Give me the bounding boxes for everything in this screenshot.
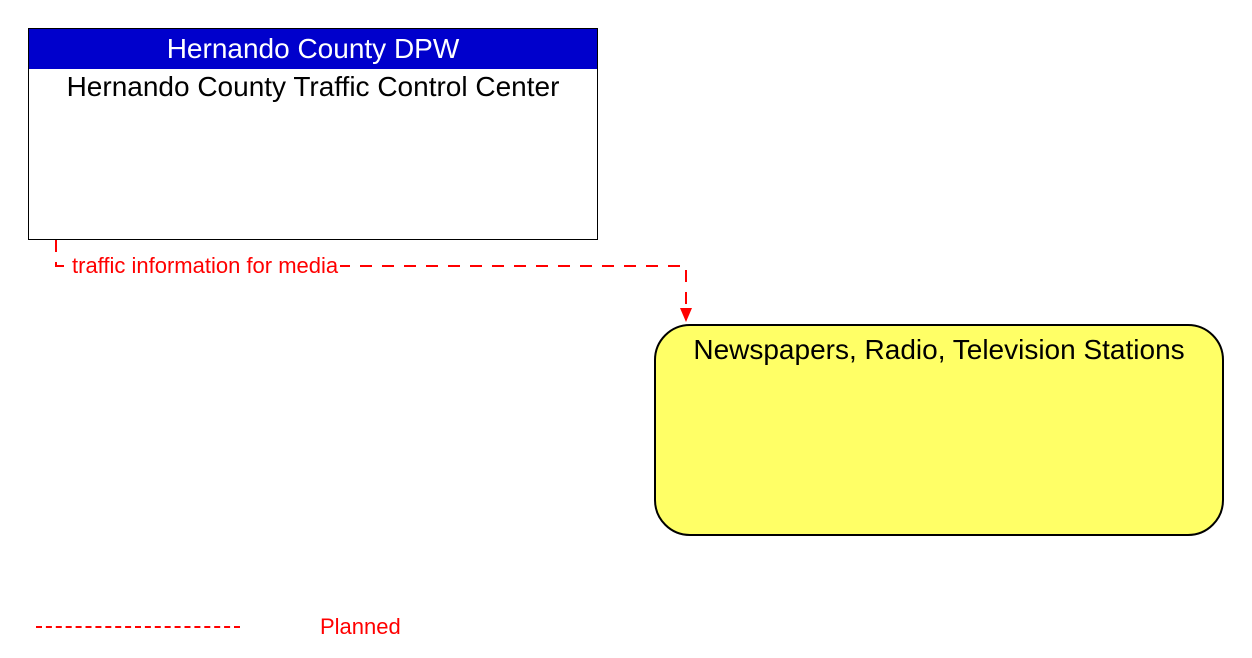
legend-planned-label: Planned <box>320 614 401 640</box>
source-entity-box: Hernando County DPW Hernando County Traf… <box>28 28 598 240</box>
legend-planned-line <box>36 626 240 628</box>
flow-label: traffic information for media <box>70 253 340 279</box>
source-entity-title: Hernando County Traffic Control Center <box>29 69 597 102</box>
target-entity-box: Newspapers, Radio, Television Stations <box>654 324 1224 536</box>
target-entity-title: Newspapers, Radio, Television Stations <box>656 334 1222 365</box>
source-entity-header: Hernando County DPW <box>29 29 597 69</box>
